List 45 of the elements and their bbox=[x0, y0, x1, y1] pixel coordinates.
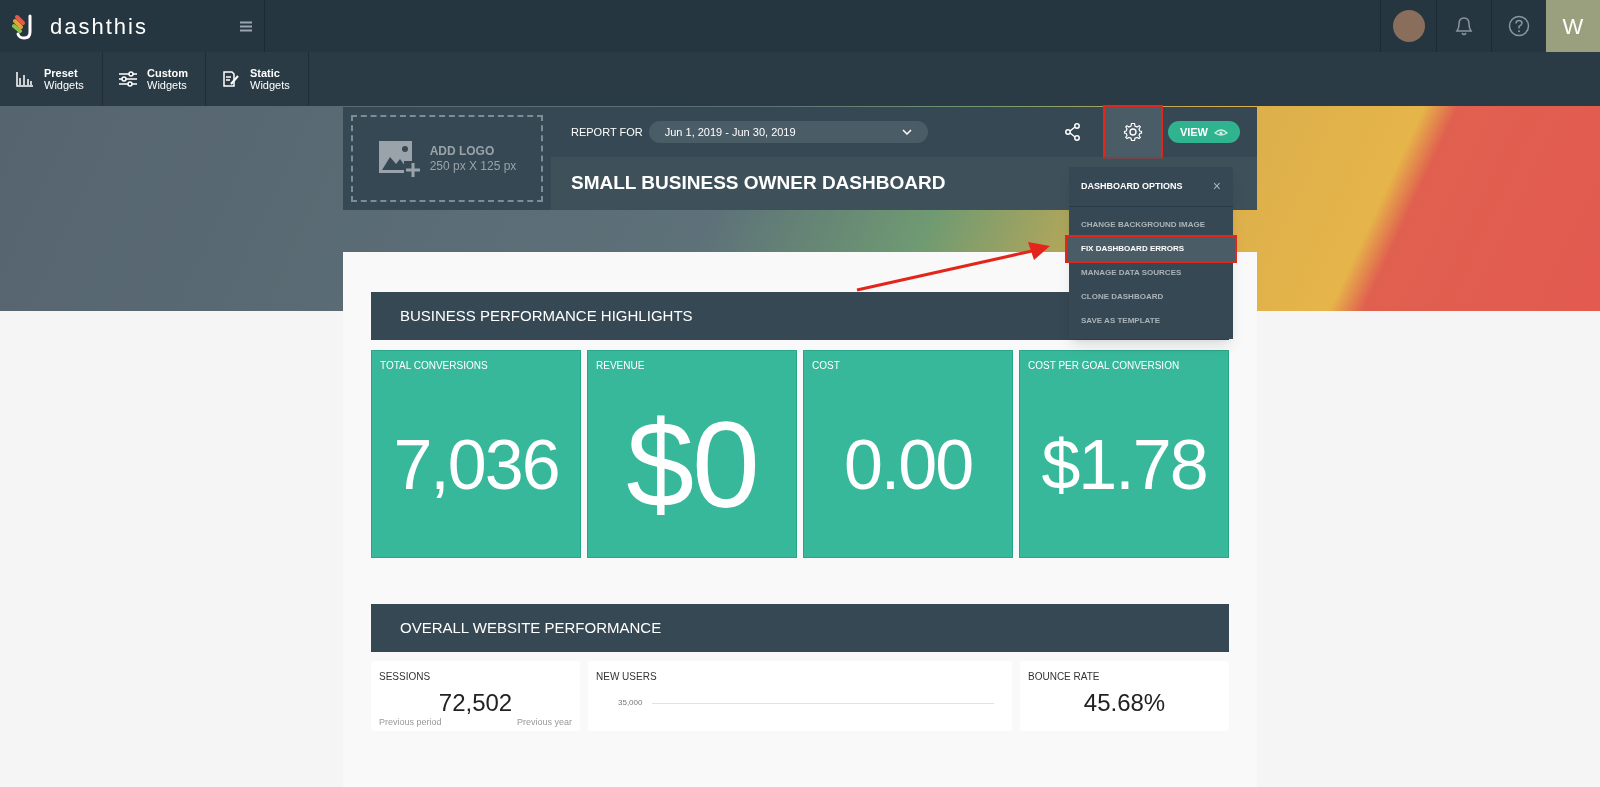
kpi-value: 7,036 bbox=[393, 430, 559, 500]
date-range-dropdown[interactable]: Jun 1, 2019 - Jun 30, 2019 bbox=[648, 121, 928, 143]
dashboard-title: SMALL BUSINESS OWNER DASHBOARD bbox=[571, 171, 946, 196]
bell-icon[interactable] bbox=[1454, 15, 1474, 37]
menu-item[interactable]: MANAGE DATA SOURCES bbox=[1067, 261, 1235, 285]
view-button[interactable]: VIEW bbox=[1167, 121, 1240, 143]
image-add-icon bbox=[377, 139, 422, 178]
menu-title: DASHBOARD OPTIONS bbox=[1081, 179, 1183, 193]
settings-icon bbox=[1122, 122, 1143, 142]
section-title: BUSINESS PERFORMANCE HIGHLIGHTS bbox=[400, 305, 693, 326]
help-icon[interactable] bbox=[1508, 15, 1530, 37]
kpi-label: COST bbox=[811, 359, 841, 373]
menu-item[interactable]: CHANGE BACKGROUND IMAGE bbox=[1067, 213, 1235, 237]
metric-label: NEW USERS bbox=[596, 670, 658, 684]
kpi-value: $0 bbox=[626, 404, 758, 526]
bar-chart-icon bbox=[16, 71, 34, 87]
avatar[interactable] bbox=[1392, 10, 1425, 42]
user-button[interactable]: W bbox=[1546, 0, 1600, 52]
comparison-label: Previous period bbox=[379, 717, 442, 727]
menu-item[interactable]: CLONE DASHBOARD bbox=[1067, 285, 1235, 309]
settings-button[interactable] bbox=[1104, 107, 1161, 157]
sliders-icon bbox=[119, 71, 137, 87]
metric-value: 45.68% bbox=[1082, 690, 1167, 716]
axis-tick-label: 35,000 bbox=[618, 697, 643, 709]
chevron-down-icon bbox=[901, 129, 912, 135]
add-logo-button[interactable]: ADD LOGO 250 px X 125 px bbox=[351, 115, 543, 202]
eye-icon bbox=[1214, 127, 1228, 137]
kpi-value: $1.78 bbox=[1041, 430, 1207, 500]
close-button[interactable]: × bbox=[1212, 176, 1221, 197]
menu-icon[interactable] bbox=[240, 20, 252, 32]
metric-label: SESSIONS bbox=[379, 670, 432, 684]
kpi-label: COST PER GOAL CONVERSION bbox=[1027, 359, 1181, 373]
share-icon[interactable] bbox=[1064, 123, 1081, 141]
menu-item[interactable]: FIX DASHBOARD ERRORS bbox=[1067, 237, 1235, 261]
menu-item[interactable]: SAVE AS TEMPLATE bbox=[1067, 309, 1235, 333]
section-title: OVERALL WEBSITE PERFORMANCE bbox=[400, 617, 662, 638]
kpi-value: 0.00 bbox=[843, 430, 973, 500]
report-for-label: REPORT FOR bbox=[571, 124, 643, 140]
metric-value: 72,502 bbox=[437, 690, 514, 716]
brand-name: dashthis bbox=[50, 12, 148, 41]
kpi-label: REVENUE bbox=[595, 359, 646, 373]
comparison-label: Previous year bbox=[516, 717, 572, 727]
metric-label: BOUNCE RATE bbox=[1028, 670, 1101, 684]
document-pencil-icon bbox=[222, 71, 240, 87]
kpi-label: TOTAL CONVERSIONS bbox=[379, 359, 489, 373]
